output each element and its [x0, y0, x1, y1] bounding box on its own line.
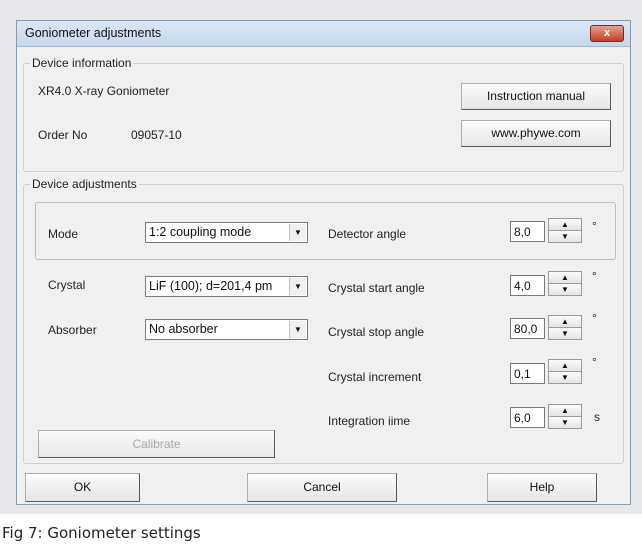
mode-select[interactable]: 1:2 coupling mode ▼: [145, 222, 308, 243]
crystal-start-angle-spinner[interactable]: ▲ ▼: [548, 271, 582, 296]
crystal-stop-angle-value: 80,0: [514, 322, 538, 336]
absorber-label: Absorber: [48, 323, 97, 337]
absorber-select[interactable]: No absorber ▼: [145, 319, 308, 340]
close-button[interactable]: x: [590, 25, 624, 42]
order-number-value: 09057-10: [131, 128, 182, 142]
crystal-stop-angle-spinner[interactable]: ▲ ▼: [548, 315, 582, 340]
arrow-down-icon[interactable]: ▼: [548, 371, 582, 384]
integration-time-unit: s: [594, 410, 600, 424]
device-information-group: Device information XR4.0 X-ray Goniomete…: [23, 56, 624, 172]
device-name: XR4.0 X-ray Goniometer: [38, 84, 170, 98]
crystal-stop-angle-unit: °: [592, 311, 597, 325]
device-adjustments-group: Device adjustments Mode 1:2 coupling mod…: [23, 177, 624, 464]
website-button[interactable]: www.phywe.com: [461, 120, 611, 147]
integration-time-label: Integration iime: [328, 414, 411, 428]
cancel-button[interactable]: Cancel: [247, 473, 397, 502]
crystal-label: Crystal: [48, 278, 86, 292]
close-icon: x: [603, 27, 611, 39]
crystal-value: LiF (100); d=201,4 pm: [149, 279, 273, 293]
mode-value: 1:2 coupling mode: [149, 225, 252, 239]
arrow-down-icon[interactable]: ▼: [548, 327, 582, 340]
detector-angle-label: Detector angle: [328, 227, 407, 241]
detector-angle-unit: °: [592, 219, 597, 233]
integration-time-input[interactable]: 6,0: [510, 407, 545, 428]
crystal-stop-angle-input[interactable]: 80,0: [510, 318, 545, 339]
title-bar: Goniometer adjustments x: [17, 21, 630, 47]
goniometer-dialog: Goniometer adjustments x Device informat…: [16, 20, 631, 505]
detector-angle-value: 8,0: [514, 225, 531, 239]
help-button[interactable]: Help: [487, 473, 597, 502]
dialog-title: Goniometer adjustments: [25, 26, 162, 40]
crystal-increment-input[interactable]: 0,1: [510, 363, 545, 384]
crystal-select[interactable]: LiF (100); d=201,4 pm ▼: [145, 276, 308, 297]
crystal-start-angle-label: Crystal start angle: [328, 281, 425, 295]
chevron-down-icon[interactable]: ▼: [289, 224, 306, 241]
detector-angle-input[interactable]: 8,0: [510, 221, 545, 242]
chevron-down-icon[interactable]: ▼: [289, 278, 306, 295]
crystal-increment-value: 0,1: [514, 367, 531, 381]
crystal-start-angle-unit: °: [592, 269, 597, 283]
device-adjustments-legend: Device adjustments: [30, 177, 139, 191]
integration-time-value: 6,0: [514, 411, 531, 425]
crystal-start-angle-value: 4,0: [514, 279, 531, 293]
figure-caption: Fig 7: Goniometer settings: [2, 524, 201, 542]
crystal-stop-angle-label: Crystal stop angle: [328, 325, 425, 339]
device-information-legend: Device information: [30, 56, 134, 70]
ok-button[interactable]: OK: [25, 473, 140, 502]
mode-label: Mode: [48, 227, 79, 241]
chevron-down-icon[interactable]: ▼: [289, 321, 306, 338]
crystal-increment-label: Crystal increment: [328, 370, 422, 384]
arrow-down-icon[interactable]: ▼: [548, 230, 582, 243]
arrow-down-icon[interactable]: ▼: [548, 416, 582, 429]
order-number-label: Order No: [38, 128, 88, 142]
detector-angle-spinner[interactable]: ▲ ▼: [548, 218, 582, 243]
arrow-down-icon[interactable]: ▼: [548, 283, 582, 296]
integration-time-spinner[interactable]: ▲ ▼: [548, 404, 582, 429]
crystal-start-angle-input[interactable]: 4,0: [510, 275, 545, 296]
calibrate-button[interactable]: Calibrate: [38, 430, 275, 458]
crystal-increment-spinner[interactable]: ▲ ▼: [548, 359, 582, 384]
instruction-manual-button[interactable]: Instruction manual: [461, 83, 611, 110]
absorber-value: No absorber: [149, 322, 218, 336]
crystal-increment-unit: °: [592, 355, 597, 369]
